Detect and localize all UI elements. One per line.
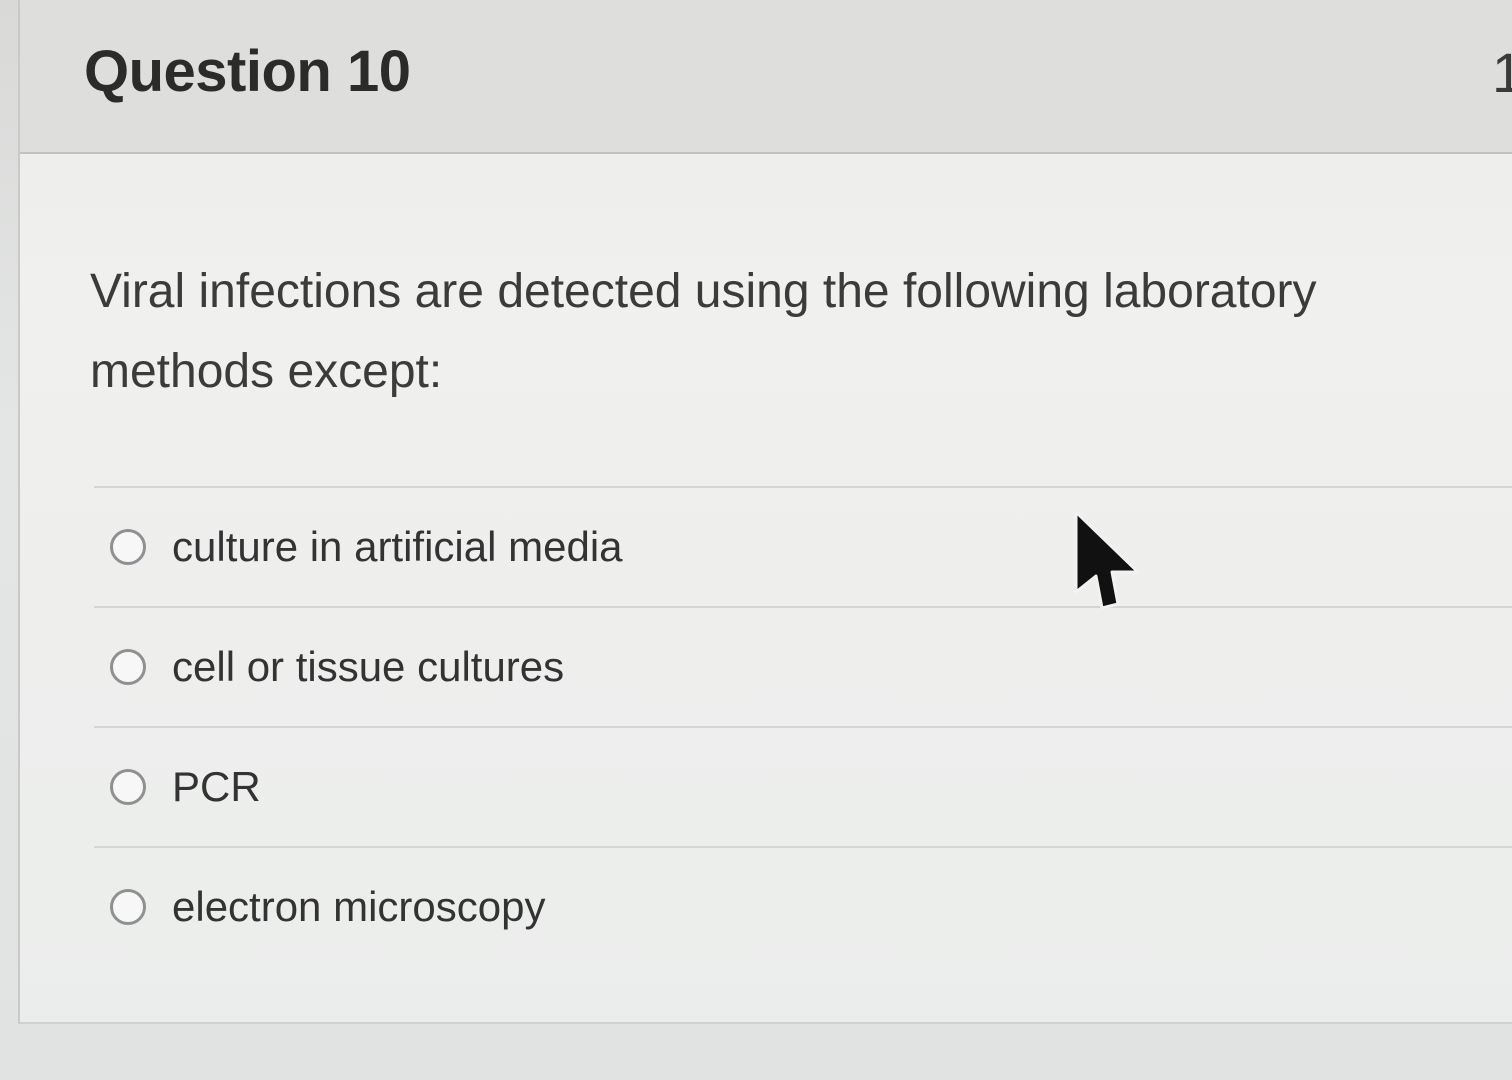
answer-label: PCR — [172, 763, 261, 810]
answer-label: electron microscopy — [172, 883, 546, 930]
radio-button[interactable] — [110, 769, 146, 805]
screen: Question 10 1 Viral infections are detec… — [0, 0, 1512, 1080]
answer-list: culture in artificial media cell or tiss… — [94, 486, 1512, 966]
radio-button[interactable] — [110, 649, 146, 685]
mouse-pointer-icon — [1074, 510, 1140, 610]
answer-option[interactable]: PCR — [94, 726, 1512, 846]
points-label: 1 — [1492, 41, 1512, 104]
answer-option[interactable]: cell or tissue cultures — [94, 606, 1512, 726]
question-prompt: Viral infections are detected using the … — [90, 265, 1317, 398]
question-card: Question 10 1 Viral infections are detec… — [18, 0, 1512, 1024]
radio-button[interactable] — [110, 529, 146, 565]
answer-label: cell or tissue cultures — [172, 643, 565, 690]
answer-option[interactable]: electron microscopy — [94, 846, 1512, 966]
question-title: Question 10 — [84, 39, 411, 104]
radio-button[interactable] — [110, 889, 146, 925]
answer-label: culture in artificial media — [172, 523, 623, 570]
question-header: Question 10 1 — [20, 0, 1512, 154]
answer-option[interactable]: culture in artificial media — [94, 486, 1512, 606]
